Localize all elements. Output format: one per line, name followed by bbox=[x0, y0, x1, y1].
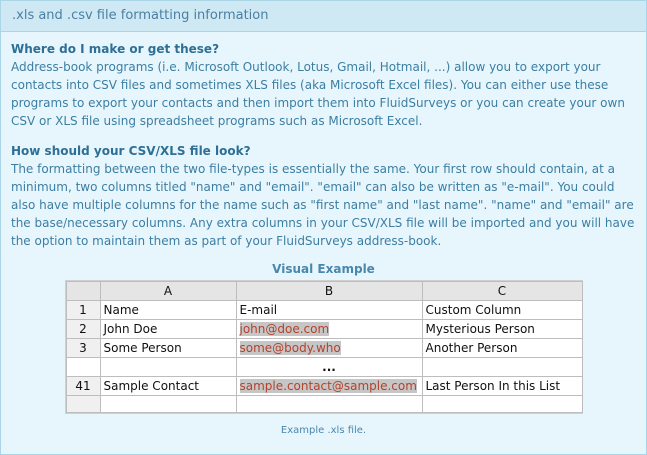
cell-a41: Sample Contact bbox=[99, 376, 237, 396]
email-value: sample.contact@sample.com bbox=[239, 379, 417, 393]
ellipsis-spacer bbox=[99, 357, 237, 377]
cell-a2: John Doe bbox=[99, 319, 237, 339]
panel-header: .xls and .csv file formatting informatio… bbox=[1, 1, 646, 32]
empty-cell bbox=[99, 395, 237, 413]
question-1: Where do I make or get these? bbox=[11, 42, 220, 56]
row-number-empty bbox=[65, 395, 101, 413]
table-row: 41 Sample Contact sample.contact@sample.… bbox=[65, 376, 583, 396]
visual-example-title: Visual Example bbox=[272, 262, 375, 276]
email-value: some@body.who bbox=[239, 341, 341, 355]
cell-b3: some@body.who bbox=[235, 338, 423, 358]
email-value: john@doe.com bbox=[239, 322, 330, 336]
row-number: 41 bbox=[65, 376, 101, 396]
row-number: 3 bbox=[65, 338, 101, 358]
cell-c41: Last Person In this List bbox=[421, 376, 583, 396]
row-number: 1 bbox=[65, 300, 101, 320]
cell-c3: Another Person bbox=[421, 338, 583, 358]
answer-1: Address-book programs (i.e. Microsoft Ou… bbox=[11, 60, 625, 128]
ellipsis-spacer bbox=[65, 357, 101, 377]
spreadsheet-example: A B C 1 Name E-mail Custom Column 2 John… bbox=[64, 280, 583, 414]
cell-a1: Name bbox=[99, 300, 237, 320]
answer-2: The formatting between the two file-type… bbox=[11, 162, 635, 248]
row-number: 2 bbox=[65, 319, 101, 339]
empty-cell bbox=[235, 395, 423, 413]
ellipsis-spacer bbox=[421, 357, 583, 377]
table-row bbox=[65, 395, 583, 413]
cell-a3: Some Person bbox=[99, 338, 237, 358]
cell-c2: Mysterious Person bbox=[421, 319, 583, 339]
column-header-a: A bbox=[99, 281, 237, 301]
empty-cell bbox=[421, 395, 583, 413]
ellipsis-marker: ... bbox=[235, 357, 423, 377]
example-caption: Example .xls file. bbox=[280, 425, 367, 436]
formatting-info-panel: .xls and .csv file formatting informatio… bbox=[0, 0, 647, 455]
table-row: 3 Some Person some@body.who Another Pers… bbox=[65, 338, 583, 358]
cell-b41: sample.contact@sample.com bbox=[235, 376, 423, 396]
ellipsis-row: ... bbox=[65, 357, 583, 377]
cell-b2: john@doe.com bbox=[235, 319, 423, 339]
cell-b1: E-mail bbox=[235, 300, 423, 320]
panel-content: Where do I make or get these? Address-bo… bbox=[1, 32, 646, 440]
column-header-c: C bbox=[421, 281, 583, 301]
cell-c1: Custom Column bbox=[421, 300, 583, 320]
column-header-b: B bbox=[235, 281, 423, 301]
corner-cell bbox=[65, 281, 101, 301]
table-row: 2 John Doe john@doe.com Mysterious Perso… bbox=[65, 319, 583, 339]
question-2: How should your CSV/XLS file look? bbox=[11, 144, 251, 158]
spreadsheet-table: A B C 1 Name E-mail Custom Column 2 John… bbox=[65, 281, 583, 413]
column-header-row: A B C bbox=[65, 281, 583, 301]
table-row: 1 Name E-mail Custom Column bbox=[65, 300, 583, 320]
